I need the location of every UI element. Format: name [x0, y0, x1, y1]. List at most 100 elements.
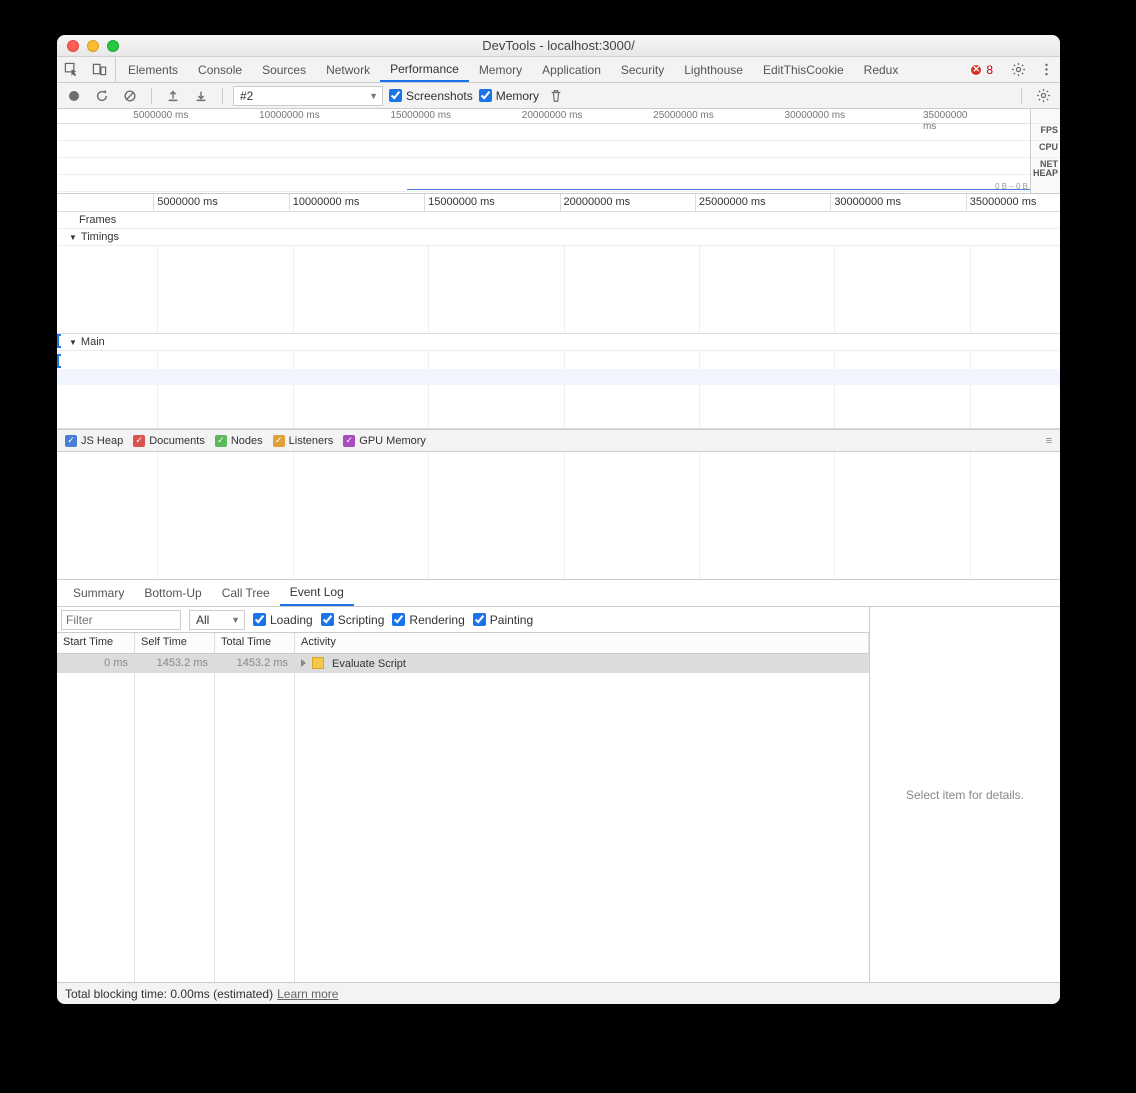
- memory-checkbox[interactable]: Memory: [479, 89, 539, 103]
- filter-rendering[interactable]: Rendering: [392, 613, 464, 627]
- tab-lighthouse[interactable]: Lighthouse: [674, 57, 753, 82]
- frames-track-header[interactable]: Frames: [57, 212, 1060, 229]
- detail-tabs: Summary Bottom-Up Call Tree Event Log: [57, 580, 1060, 607]
- tab-editthiscookie[interactable]: EditThisCookie: [753, 57, 854, 82]
- main-track-header[interactable]: ▼ Main: [57, 334, 1060, 351]
- more-vert-icon[interactable]: [1032, 62, 1060, 77]
- window-title: DevTools - localhost:3000/: [57, 38, 1060, 53]
- inspect-element-icon[interactable]: [57, 57, 85, 82]
- main-tabs: Elements Console Sources Network Perform…: [118, 57, 908, 82]
- main-track-body: [57, 351, 1060, 429]
- overview-heap-row: 0 B – 0 B: [57, 175, 1030, 192]
- error-count: 8: [986, 63, 993, 77]
- status-bar: Total blocking time: 0.00ms (estimated) …: [57, 982, 1060, 1004]
- legend-documents[interactable]: ✓Documents: [133, 435, 205, 447]
- tab-console[interactable]: Console: [188, 57, 252, 82]
- learn-more-link[interactable]: Learn more: [277, 987, 338, 1001]
- legend-nodes[interactable]: ✓Nodes: [215, 435, 263, 447]
- event-log-filter-bar: All▼ Loading Scripting Rendering Paintin…: [57, 607, 869, 633]
- frames-label: Frames: [79, 214, 116, 226]
- dtab-event-log[interactable]: Event Log: [280, 580, 354, 606]
- traffic-lights: [57, 40, 119, 52]
- timings-track-body: [57, 246, 1060, 334]
- details-pane: Select item for details.: [870, 607, 1060, 982]
- tab-performance[interactable]: Performance: [380, 57, 469, 82]
- overview-side-labels: FPS CPU NETHEAP: [1030, 109, 1060, 193]
- col-total-time[interactable]: Total Time: [215, 633, 295, 653]
- flame-chart[interactable]: 5000000 ms 10000000 ms 15000000 ms 20000…: [57, 194, 1060, 430]
- dtab-summary[interactable]: Summary: [63, 580, 134, 606]
- clear-button[interactable]: [119, 86, 141, 106]
- tab-sources[interactable]: Sources: [252, 57, 316, 82]
- event-log-header: Start Time Self Time Total Time Activity: [57, 633, 869, 654]
- dtab-bottom-up[interactable]: Bottom-Up: [134, 580, 211, 606]
- filter-loading[interactable]: Loading: [253, 613, 313, 627]
- tab-redux[interactable]: Redux: [854, 57, 909, 82]
- blocking-time-text: Total blocking time: 0.00ms (estimated): [65, 987, 273, 1001]
- tab-elements[interactable]: Elements: [118, 57, 188, 82]
- timings-label: Timings: [81, 231, 119, 243]
- overview-net-row: [57, 158, 1030, 175]
- memory-label: Memory: [496, 89, 539, 103]
- zoom-window-icon[interactable]: [107, 40, 119, 52]
- legend-gpu-memory[interactable]: ✓GPU Memory: [343, 435, 426, 447]
- screenshots-checkbox[interactable]: Screenshots: [389, 89, 473, 103]
- filter-input[interactable]: [61, 610, 181, 630]
- filter-scope-select[interactable]: All▼: [189, 610, 245, 630]
- chevron-down-icon: ▼: [69, 233, 77, 242]
- tab-security[interactable]: Security: [611, 57, 674, 82]
- memory-checkbox-input[interactable]: [479, 89, 492, 102]
- memory-chart[interactable]: [57, 452, 1060, 580]
- chevron-down-icon: ▼: [69, 338, 77, 347]
- legend-listeners[interactable]: ✓Listeners: [273, 435, 334, 447]
- devtools-window: DevTools - localhost:3000/ Elements Cons…: [57, 35, 1060, 1004]
- screenshots-checkbox-input[interactable]: [389, 89, 402, 102]
- profile-select[interactable]: #2 ▼: [233, 86, 383, 106]
- main-label: Main: [81, 336, 105, 348]
- record-button[interactable]: [63, 86, 85, 106]
- col-start-time[interactable]: Start Time: [57, 633, 135, 653]
- settings-gear-icon[interactable]: [1004, 62, 1032, 77]
- main-tab-bar: Elements Console Sources Network Perform…: [57, 57, 1060, 83]
- trash-icon[interactable]: [545, 86, 567, 106]
- overview-ruler: 5000000 ms 10000000 ms 15000000 ms 20000…: [57, 109, 1030, 124]
- titlebar: DevTools - localhost:3000/: [57, 35, 1060, 57]
- load-profile-button[interactable]: [162, 86, 184, 106]
- expand-icon[interactable]: [301, 659, 306, 667]
- screenshots-label: Screenshots: [406, 89, 473, 103]
- col-activity[interactable]: Activity: [295, 633, 869, 653]
- memory-menu-icon[interactable]: ≡: [1046, 435, 1052, 447]
- timings-track-header[interactable]: ▼ Timings: [57, 229, 1060, 246]
- table-row[interactable]: 0 ms 1453.2 ms 1453.2 ms Evaluate Script: [57, 654, 869, 673]
- detail-body: All▼ Loading Scripting Rendering Paintin…: [57, 607, 1060, 982]
- event-log-body[interactable]: 0 ms 1453.2 ms 1453.2 ms Evaluate Script: [57, 654, 869, 982]
- overview-strip[interactable]: 5000000 ms 10000000 ms 15000000 ms 20000…: [57, 109, 1060, 194]
- overview-cpu-row: [57, 141, 1030, 158]
- overview-heap-range: 0 B – 0 B: [995, 182, 1028, 191]
- tab-memory[interactable]: Memory: [469, 57, 532, 82]
- minimize-window-icon[interactable]: [87, 40, 99, 52]
- col-self-time[interactable]: Self Time: [135, 633, 215, 653]
- reload-record-button[interactable]: [91, 86, 113, 106]
- details-empty-text: Select item for details.: [906, 788, 1024, 802]
- scripting-color-icon: [312, 657, 324, 669]
- perf-toolbar: #2 ▼ Screenshots Memory: [57, 83, 1060, 109]
- tab-network[interactable]: Network: [316, 57, 380, 82]
- device-toolbar-icon[interactable]: [85, 57, 113, 82]
- dtab-call-tree[interactable]: Call Tree: [212, 580, 280, 606]
- save-profile-button[interactable]: [190, 86, 212, 106]
- chevron-down-icon: ▼: [369, 91, 378, 101]
- error-badge[interactable]: ✕ 8: [964, 63, 999, 77]
- close-window-icon[interactable]: [67, 40, 79, 52]
- flame-ruler: 5000000 ms 10000000 ms 15000000 ms 20000…: [57, 194, 1060, 212]
- filter-scripting[interactable]: Scripting: [321, 613, 385, 627]
- filter-painting[interactable]: Painting: [473, 613, 533, 627]
- overview-fps-row: [57, 124, 1030, 141]
- tab-application[interactable]: Application: [532, 57, 611, 82]
- profile-select-value: #2: [240, 89, 253, 103]
- memory-legend-bar: ✓JS Heap ✓Documents ✓Nodes ✓Listeners ✓G…: [57, 430, 1060, 452]
- chevron-down-icon: ▼: [231, 615, 240, 625]
- error-icon: ✕: [970, 64, 982, 76]
- legend-js-heap[interactable]: ✓JS Heap: [65, 435, 123, 447]
- capture-settings-gear-icon[interactable]: [1032, 86, 1054, 106]
